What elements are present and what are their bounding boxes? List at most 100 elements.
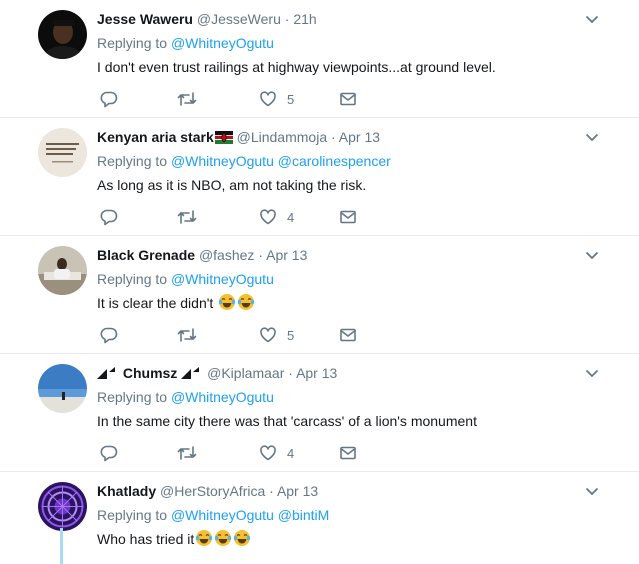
tweet[interactable]: Jesse Waweru @JesseWeru · 21h Replying t… [0, 0, 639, 118]
tears-of-joy-emoji-icon [219, 294, 236, 310]
tweet-text-content: Who has tried it [97, 531, 195, 547]
mention-link[interactable]: @WhitneyOgutu [171, 271, 274, 287]
direct-message-button[interactable] [339, 89, 357, 109]
reply-icon [100, 209, 118, 226]
tweet[interactable]: Khatlady @HerStoryAfrica · Apr 13 Replyi… [0, 472, 639, 564]
tweet[interactable]: Kenyan aria stark @Lindammoja · Apr 13 R… [0, 118, 639, 236]
separator: · [269, 483, 274, 499]
like-count: 5 [287, 91, 295, 107]
separator: · [331, 129, 336, 145]
reply-icon [100, 327, 118, 344]
tweet-actions: 4 [97, 207, 367, 227]
reply-button[interactable] [100, 325, 118, 345]
replying-to: Replying to @WhitneyOgutu [97, 387, 599, 407]
mention-link[interactable]: @carolinespencer [278, 153, 391, 169]
tears-of-joy-emoji-icon [238, 294, 255, 310]
tweet-actions: 5 [97, 325, 367, 345]
mention-link[interactable]: @WhitneyOgutu [171, 389, 274, 405]
reply-icon [100, 445, 118, 462]
arrow-logo-icon [97, 367, 115, 379]
user-handle[interactable]: @Lindammoja [237, 129, 327, 145]
mention-link[interactable]: @WhitneyOgutu [171, 507, 274, 523]
display-name[interactable]: Black Grenade [97, 247, 195, 263]
kenya-flag-icon [214, 131, 233, 144]
tweet-text-content: It is clear the didn't [97, 295, 214, 311]
reply-button[interactable] [100, 443, 118, 463]
tears-of-joy-emoji-icon [215, 530, 232, 546]
tweet-header: Chumsz @Kiplamaar · Apr 13 [97, 363, 599, 383]
tweet-text: I don't even trust railings at highway v… [97, 59, 496, 75]
envelope-icon [340, 446, 356, 460]
separator: · [284, 11, 290, 27]
retweet-icon [177, 210, 197, 224]
user-handle[interactable]: @HerStoryAfrica [160, 483, 265, 499]
separator: · [288, 365, 293, 381]
display-name[interactable]: Chumsz [123, 365, 177, 381]
chevron-down-icon[interactable] [585, 366, 599, 380]
replying-to: Replying to @WhitneyOgutu [97, 269, 599, 289]
timestamp[interactable]: Apr 13 [277, 483, 318, 499]
retweet-button[interactable] [177, 207, 197, 227]
like-button[interactable]: 5 [259, 89, 294, 109]
retweet-icon [177, 92, 197, 106]
heart-icon [260, 91, 276, 107]
thread-connector-line [60, 528, 63, 564]
replying-label: Replying to [97, 35, 168, 51]
retweet-button[interactable] [177, 89, 197, 109]
chevron-down-icon[interactable] [585, 130, 599, 144]
timestamp[interactable]: Apr 13 [339, 129, 380, 145]
chevron-down-icon[interactable] [585, 248, 599, 262]
display-name[interactable]: Jesse Waweru [97, 11, 193, 27]
avatar[interactable] [38, 246, 87, 295]
tears-of-joy-emoji-icon [196, 530, 213, 546]
tweet-header: Khatlady @HerStoryAfrica · Apr 13 [97, 481, 599, 501]
reply-button[interactable] [100, 89, 118, 109]
direct-message-button[interactable] [339, 443, 357, 463]
mention-link[interactable]: @bintiM [278, 507, 330, 523]
replying-to: Replying to @WhitneyOgutu @bintiM [97, 505, 599, 525]
display-name[interactable]: Khatlady [97, 483, 156, 499]
arrow-logo-icon [181, 367, 200, 379]
timestamp[interactable]: Apr 13 [266, 247, 307, 263]
tweet-text: As long as it is NBO, am not taking the … [97, 177, 367, 193]
tweet-text: It is clear the didn't [97, 293, 599, 313]
like-count: 5 [287, 327, 295, 343]
envelope-icon [340, 328, 356, 342]
chevron-down-icon[interactable] [585, 484, 599, 498]
tweet[interactable]: Chumsz @Kiplamaar · Apr 13 Replying to @… [0, 354, 639, 472]
chevron-down-icon[interactable] [585, 12, 599, 26]
tweet[interactable]: Black Grenade @fashez · Apr 13 Replying … [0, 236, 639, 354]
avatar[interactable] [38, 128, 87, 177]
timestamp[interactable]: 21h [293, 11, 316, 27]
mention-link[interactable]: @WhitneyOgutu [171, 35, 274, 51]
user-handle[interactable]: @JesseWeru [197, 11, 281, 27]
display-name[interactable]: Kenyan aria stark [97, 129, 214, 145]
direct-message-button[interactable] [339, 325, 357, 345]
direct-message-button[interactable] [339, 207, 357, 227]
heart-icon [260, 445, 276, 461]
like-button[interactable]: 4 [259, 443, 294, 463]
replying-to: Replying to @WhitneyOgutu [97, 33, 599, 53]
avatar[interactable] [38, 482, 87, 531]
reply-icon [100, 91, 118, 108]
replying-label: Replying to [97, 507, 168, 523]
like-count: 4 [287, 209, 295, 225]
like-count: 4 [287, 445, 295, 461]
timestamp[interactable]: Apr 13 [296, 365, 337, 381]
envelope-icon [340, 210, 356, 224]
user-handle[interactable]: @Kiplamaar [207, 365, 284, 381]
replying-label: Replying to [97, 153, 168, 169]
tweet-header: Kenyan aria stark @Lindammoja · Apr 13 [97, 127, 599, 147]
avatar[interactable] [38, 10, 87, 59]
reply-button[interactable] [100, 207, 118, 227]
retweet-icon [177, 328, 197, 342]
tweet-text: In the same city there was that 'carcass… [97, 413, 477, 429]
avatar[interactable] [38, 364, 87, 413]
mention-link[interactable]: @WhitneyOgutu [171, 153, 274, 169]
like-button[interactable]: 5 [259, 325, 294, 345]
retweet-button[interactable] [177, 325, 197, 345]
retweet-button[interactable] [177, 443, 197, 463]
replying-to: Replying to @WhitneyOgutu @carolinespenc… [97, 151, 599, 171]
like-button[interactable]: 4 [259, 207, 294, 227]
user-handle[interactable]: @fashez [199, 247, 254, 263]
